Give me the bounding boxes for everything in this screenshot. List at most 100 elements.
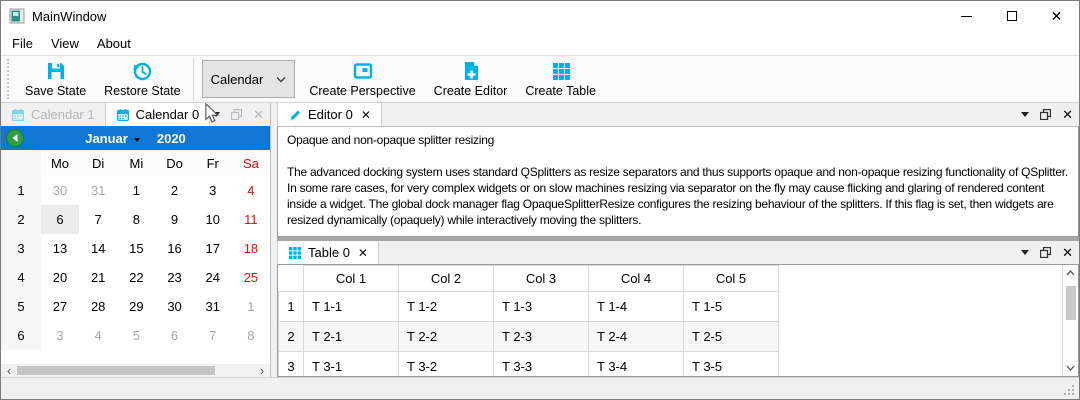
create-perspective-button[interactable]: Create Perspective xyxy=(300,58,424,100)
calendar-day[interactable]: 21 xyxy=(79,263,117,292)
table-cell[interactable]: T 3-1 xyxy=(304,352,399,377)
table-cell[interactable]: T 1-5 xyxy=(684,292,779,322)
calendar-day[interactable]: 13 xyxy=(41,234,79,263)
create-table-button[interactable]: Create Table xyxy=(516,58,605,100)
calendar-day[interactable]: 1 xyxy=(117,176,155,205)
table-cell[interactable]: T 1-2 xyxy=(399,292,494,322)
calendar-day-selected[interactable]: 6 xyxy=(41,205,79,234)
maximize-button[interactable] xyxy=(989,1,1034,31)
float-dock-button[interactable] xyxy=(231,109,242,120)
save-state-button[interactable]: Save State xyxy=(16,58,95,100)
calendar-horizontal-scrollbar[interactable]: ‹ › xyxy=(1,364,270,377)
calendar-day[interactable]: 30 xyxy=(41,176,79,205)
float-dock-button[interactable] xyxy=(1040,247,1051,258)
scroll-down-arrow-icon[interactable] xyxy=(1066,360,1075,376)
close-dock-button[interactable]: ✕ xyxy=(253,108,264,121)
calendar-day[interactable]: 23 xyxy=(155,263,193,292)
table-cell[interactable]: T 3-2 xyxy=(399,352,494,377)
row-header[interactable]: 2 xyxy=(279,322,304,352)
calendar-day[interactable]: 24 xyxy=(194,263,232,292)
calendar-day[interactable]: 5 xyxy=(117,321,155,350)
table-cell[interactable]: T 2-1 xyxy=(304,322,399,352)
perspective-combo[interactable]: Calendar xyxy=(202,60,296,98)
calendar-day[interactable]: 3 xyxy=(41,321,79,350)
table-cell[interactable]: T 1-3 xyxy=(494,292,589,322)
table-vertical-scrollbar[interactable] xyxy=(1062,265,1078,376)
calendar-day[interactable]: 2 xyxy=(155,176,193,205)
table-cell[interactable]: T 2-2 xyxy=(399,322,494,352)
calendar-day[interactable]: 22 xyxy=(117,263,155,292)
tabs-menu-button[interactable] xyxy=(1021,112,1029,117)
tab-calendar-0[interactable]: Calendar 0 xyxy=(105,103,211,126)
table-cell[interactable]: T 2-3 xyxy=(494,322,589,352)
calendar-day[interactable]: 30 xyxy=(155,292,193,321)
editor-content[interactable]: Opaque and non-opaque splitter resizing … xyxy=(277,126,1079,237)
create-editor-button[interactable]: Create Editor xyxy=(425,58,517,100)
calendar-day[interactable]: 31 xyxy=(194,292,232,321)
menu-item-about[interactable]: About xyxy=(88,33,140,54)
calendar-day[interactable]: 9 xyxy=(155,205,193,234)
toolbar-drag-handle[interactable] xyxy=(7,59,12,99)
calendar-day[interactable]: 20 xyxy=(41,263,79,292)
table-cell[interactable]: T 3-5 xyxy=(684,352,779,377)
previous-month-button[interactable] xyxy=(6,129,24,147)
table-cell[interactable]: T 3-4 xyxy=(589,352,684,377)
calendar-day[interactable]: 14 xyxy=(79,234,117,263)
calendar-day[interactable]: 7 xyxy=(79,205,117,234)
calendar-day[interactable]: 4 xyxy=(232,176,270,205)
scroll-up-arrow-icon[interactable] xyxy=(1066,265,1075,281)
calendar-day[interactable]: 8 xyxy=(232,321,270,350)
column-header[interactable]: Col 2 xyxy=(399,266,494,292)
calendar-day[interactable]: 17 xyxy=(194,234,232,263)
close-button[interactable]: ✕ xyxy=(1034,1,1079,31)
calendar-day[interactable]: 16 xyxy=(155,234,193,263)
scrollbar-thumb[interactable] xyxy=(17,366,215,375)
table-cell[interactable]: T 1-4 xyxy=(589,292,684,322)
calendar-day[interactable]: 15 xyxy=(117,234,155,263)
tab-editor-0[interactable]: Editor 0 ✕ xyxy=(277,103,382,126)
scroll-right-arrow-icon[interactable]: › xyxy=(254,365,270,376)
minimize-button[interactable] xyxy=(944,1,989,31)
tab-calendar-1[interactable]: Calendar 1 xyxy=(1,103,105,126)
calendar-day[interactable]: 6 xyxy=(155,321,193,350)
calendar-year-button[interactable]: 2020 xyxy=(157,131,186,146)
row-header[interactable]: 1 xyxy=(279,292,304,322)
restore-state-button[interactable]: Restore State xyxy=(95,58,189,100)
tab-close-icon[interactable]: ✕ xyxy=(358,246,368,260)
resize-grip-icon[interactable] xyxy=(1063,384,1075,396)
column-header[interactable]: Col 1 xyxy=(304,266,399,292)
table-cell[interactable]: T 2-4 xyxy=(589,322,684,352)
tab-close-icon[interactable]: ✕ xyxy=(361,108,371,122)
calendar-day[interactable]: 3 xyxy=(194,176,232,205)
scrollbar-thumb[interactable] xyxy=(1066,286,1076,320)
calendar-day[interactable]: 7 xyxy=(194,321,232,350)
calendar-month-button[interactable]: Januar xyxy=(85,131,128,146)
close-dock-button[interactable]: ✕ xyxy=(1062,246,1073,259)
calendar-day[interactable]: 8 xyxy=(117,205,155,234)
menu-item-file[interactable]: File xyxy=(3,33,42,54)
calendar-day[interactable]: 11 xyxy=(232,205,270,234)
calendar-day[interactable]: 1 xyxy=(232,292,270,321)
scroll-left-arrow-icon[interactable]: ‹ xyxy=(1,365,17,376)
calendar-day[interactable]: 18 xyxy=(232,234,270,263)
tabs-menu-button[interactable] xyxy=(1021,250,1029,255)
column-header[interactable]: Col 3 xyxy=(494,266,589,292)
tabs-menu-button[interactable] xyxy=(212,112,220,117)
tab-table-0[interactable]: Table 0 ✕ xyxy=(277,241,379,264)
float-dock-button[interactable] xyxy=(1040,109,1051,120)
column-header[interactable]: Col 5 xyxy=(684,266,779,292)
row-header[interactable]: 3 xyxy=(279,352,304,377)
calendar-day[interactable]: 27 xyxy=(41,292,79,321)
calendar-day[interactable]: 4 xyxy=(79,321,117,350)
close-dock-button[interactable]: ✕ xyxy=(1062,108,1073,121)
calendar-day[interactable]: 10 xyxy=(194,205,232,234)
calendar-day[interactable]: 31 xyxy=(79,176,117,205)
table-cell[interactable]: T 1-1 xyxy=(304,292,399,322)
table-cell[interactable]: T 3-3 xyxy=(494,352,589,377)
calendar-day[interactable]: 28 xyxy=(79,292,117,321)
calendar-day[interactable]: 25 xyxy=(232,263,270,292)
menu-item-view[interactable]: View xyxy=(42,33,88,54)
column-header[interactable]: Col 4 xyxy=(589,266,684,292)
table-cell[interactable]: T 2-5 xyxy=(684,322,779,352)
calendar-day[interactable]: 29 xyxy=(117,292,155,321)
